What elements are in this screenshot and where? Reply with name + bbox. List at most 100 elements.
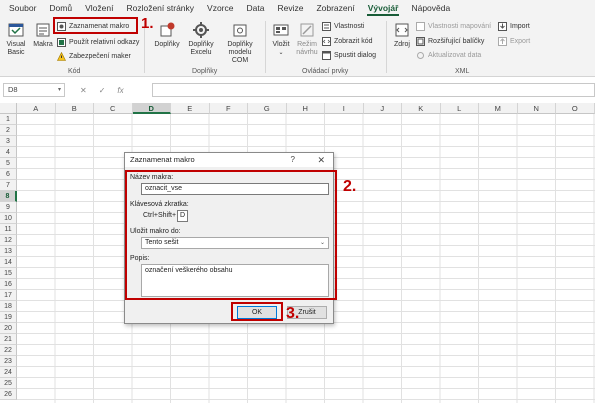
run-dialog-button[interactable]: Spustit dialog — [322, 50, 376, 60]
step-2-marker: 2. — [343, 178, 357, 195]
row-header-22[interactable]: 22 — [0, 345, 17, 356]
properties-icon — [322, 21, 331, 31]
row-header-13[interactable]: 13 — [0, 246, 17, 257]
close-icon[interactable]: ✕ — [317, 153, 325, 167]
column-header-k[interactable]: K — [402, 103, 441, 114]
menu-tab-8[interactable]: Vývojář — [366, 0, 400, 17]
add-ins-button[interactable]: Doplňky — [153, 21, 181, 49]
menu-tab-9[interactable]: Nápověda — [410, 0, 451, 17]
view-code-icon — [322, 36, 331, 46]
group-separator — [265, 21, 266, 73]
column-header-n[interactable]: N — [517, 103, 556, 114]
row-header-3[interactable]: 3 — [0, 136, 17, 147]
import-button[interactable]: Import — [498, 21, 530, 31]
row-header-23[interactable]: 23 — [0, 356, 17, 367]
row-header-9[interactable]: 9 — [0, 202, 17, 213]
row-header-8[interactable]: 8 — [0, 191, 17, 202]
column-header-b[interactable]: B — [55, 103, 94, 114]
chevron-down-icon: ⌄ — [278, 50, 284, 56]
column-header-f[interactable]: F — [209, 103, 248, 114]
row-header-15[interactable]: 15 — [0, 268, 17, 279]
map-properties-button[interactable]: Vlastnosti mapování — [416, 21, 491, 31]
refresh-data-label: Aktualizovat data — [428, 51, 482, 59]
column-header-o[interactable]: O — [556, 103, 595, 114]
row-header-11[interactable]: 11 — [0, 224, 17, 235]
column-header-a[interactable]: A — [17, 103, 56, 114]
column-header-e[interactable]: E — [171, 103, 210, 114]
select-all-corner[interactable] — [0, 103, 17, 114]
row-header-25[interactable]: 25 — [0, 378, 17, 389]
row-header-26[interactable]: 26 — [0, 389, 17, 400]
row-header-7[interactable]: 7 — [0, 180, 17, 191]
row-header-17[interactable]: 17 — [0, 290, 17, 301]
menu-tab-4[interactable]: Vzorce — [206, 0, 234, 17]
visual-basic-button[interactable]: Visual Basic — [4, 21, 28, 57]
excel-add-ins-button[interactable]: Doplňky Excelu — [186, 21, 216, 57]
insert-control-button[interactable]: Vložit ⌄ — [270, 21, 292, 57]
row-header-14[interactable]: 14 — [0, 257, 17, 268]
row-header-19[interactable]: 19 — [0, 312, 17, 323]
row-header-18[interactable]: 18 — [0, 301, 17, 312]
chevron-down-icon[interactable]: ▾ — [58, 84, 61, 96]
row-header-1[interactable]: 1 — [0, 114, 17, 125]
column-header-j[interactable]: J — [363, 103, 402, 114]
view-code-button[interactable]: Zobrazit kód — [322, 36, 373, 46]
relative-references-icon — [57, 37, 66, 47]
refresh-data-button[interactable]: Aktualizovat data — [416, 50, 481, 60]
insert-control-label: Vložit — [272, 41, 290, 48]
row-header-24[interactable]: 24 — [0, 367, 17, 378]
column-header-i[interactable]: I — [325, 103, 364, 114]
help-icon[interactable]: ? — [291, 153, 295, 167]
enter-icon[interactable]: ✓ — [99, 86, 106, 95]
expansion-packs-icon — [416, 36, 425, 46]
add-ins-icon — [158, 21, 176, 39]
column-header-d[interactable]: D — [132, 103, 171, 114]
column-header-m[interactable]: M — [479, 103, 518, 114]
column-header-h[interactable]: H — [286, 103, 325, 114]
cancel-icon[interactable]: ✕ — [80, 86, 87, 95]
run-dialog-label: Spustit dialog — [334, 51, 377, 59]
gear-icon — [192, 21, 210, 39]
menu-tab-1[interactable]: Domů — [48, 0, 73, 17]
design-mode-button[interactable]: Režim návrhu — [294, 21, 320, 57]
menu-tab-6[interactable]: Revize — [276, 0, 304, 17]
row-header-16[interactable]: 16 — [0, 279, 17, 290]
insert-function-icon[interactable]: fx — [117, 86, 123, 95]
row-header-6[interactable]: 6 — [0, 169, 17, 180]
menu-tab-7[interactable]: Zobrazení — [315, 0, 355, 17]
export-button[interactable]: Export — [498, 36, 530, 46]
add-ins-label: Doplňky — [154, 41, 180, 48]
expansion-packs-label: Rozšiřující balíčky — [428, 37, 485, 45]
expansion-packs-button[interactable]: Rozšiřující balíčky — [416, 36, 484, 46]
name-box[interactable]: D8 ▾ — [3, 83, 65, 97]
properties-button[interactable]: Vlastnosti — [322, 21, 364, 31]
menu-tab-5[interactable]: Data — [246, 0, 266, 17]
row-header-5[interactable]: 5 — [0, 158, 17, 169]
toolbox-icon — [272, 21, 290, 39]
macro-security-button[interactable]: Zabezpečení maker — [57, 51, 131, 61]
row-header-12[interactable]: 12 — [0, 235, 17, 246]
excel-add-ins-label-1: Doplňky — [188, 41, 214, 48]
menu-tab-2[interactable]: Vložení — [84, 0, 114, 17]
properties-label: Vlastnosti — [334, 22, 365, 30]
row-header-4[interactable]: 4 — [0, 147, 17, 158]
row-header-10[interactable]: 10 — [0, 213, 17, 224]
formula-bar: D8 ▾ ✕ ✓ fx — [0, 83, 595, 97]
relative-references-button[interactable]: Použít relativní odkazy — [57, 37, 139, 47]
menu-tab-0[interactable]: Soubor — [8, 0, 37, 17]
menu-tab-3[interactable]: Rozložení stránky — [125, 0, 195, 17]
macros-button[interactable]: Makra — [32, 21, 54, 49]
column-header-l[interactable]: L — [440, 103, 479, 114]
macros-icon — [34, 21, 52, 39]
row-header-21[interactable]: 21 — [0, 334, 17, 345]
row-header-20[interactable]: 20 — [0, 323, 17, 334]
row-header-2[interactable]: 2 — [0, 125, 17, 136]
design-mode-label-2: návrhu — [296, 49, 318, 56]
com-add-ins-button[interactable]: Doplňky modelu COM — [220, 21, 260, 65]
source-button[interactable]: Zdroj — [391, 21, 413, 49]
column-header-g[interactable]: G — [248, 103, 287, 114]
export-icon — [498, 36, 507, 46]
map-properties-label: Vlastnosti mapování — [428, 22, 492, 30]
formula-input[interactable] — [152, 83, 595, 97]
column-header-c[interactable]: C — [94, 103, 133, 114]
